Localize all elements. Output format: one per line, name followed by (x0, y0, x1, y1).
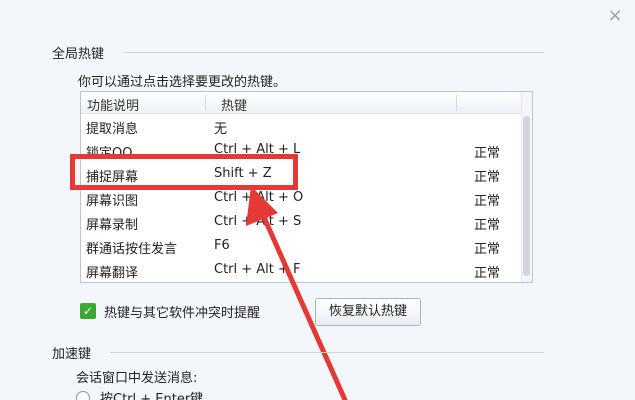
annotation-arrow (246, 186, 348, 400)
reset-default-hotkeys-button[interactable]: 恢复默认热键 (315, 298, 421, 326)
send-message-label: 会话窗口中发送消息: (76, 371, 198, 386)
checkmark-icon: ✓ (82, 304, 94, 318)
radio-ctrl-enter-label[interactable]: 按Ctrl + Enter键 (100, 388, 203, 400)
section-divider (110, 352, 544, 353)
conflict-checkbox[interactable]: ✓ (80, 303, 96, 319)
arrow-head (246, 186, 278, 226)
conflict-checkbox-label[interactable]: 热键与其它软件冲突时提醒 (104, 302, 260, 321)
radio-ctrl-enter[interactable] (76, 391, 90, 400)
section-title-accelerators: 加速键 (52, 347, 92, 362)
